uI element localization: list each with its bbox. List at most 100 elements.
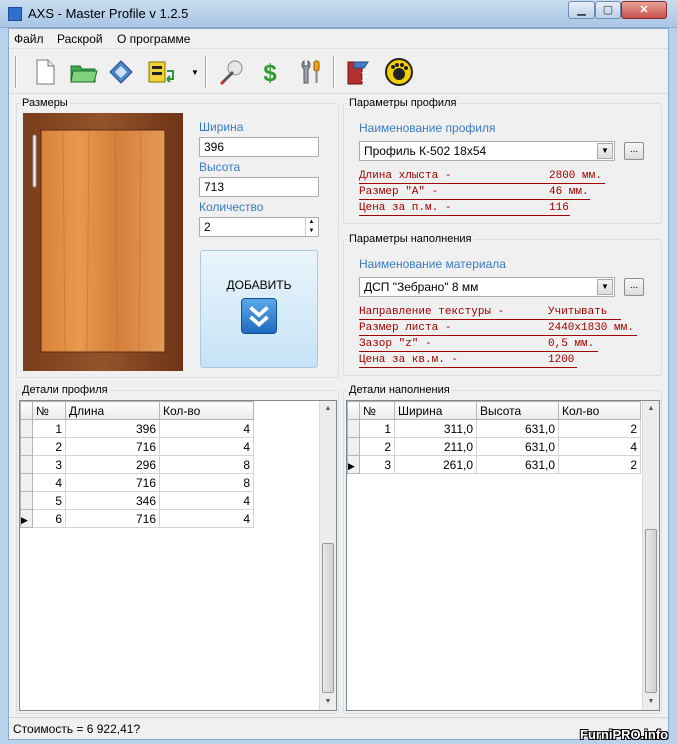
scroll-up-icon[interactable]: ▲: [320, 401, 336, 417]
scroll-down-icon[interactable]: ▼: [643, 694, 659, 710]
profile-select[interactable]: Профиль К-502 18х54 ▼: [359, 141, 615, 161]
new-document-icon[interactable]: [27, 54, 63, 90]
table-cell[interactable]: 261,0: [394, 455, 477, 474]
table-cell[interactable]: 6: [32, 509, 66, 528]
width-input[interactable]: 396: [199, 137, 319, 157]
table-row[interactable]: 1 311,0 631,0 2: [347, 419, 641, 438]
table-cell[interactable]: 716: [65, 437, 160, 456]
dollar-icon[interactable]: $: [252, 54, 288, 90]
cutting-tool-icon[interactable]: [214, 54, 250, 90]
table-row[interactable]: ▶ 3 261,0 631,0 2: [347, 455, 641, 474]
scroll-up-icon[interactable]: ▲: [643, 401, 659, 417]
chevron-down-icon[interactable]: ▼: [597, 143, 613, 159]
column-header-number[interactable]: №: [32, 401, 66, 420]
profile-details-grid[interactable]: № Длина Кол-во 1 396 4 2 716 4 3 296 8 4 716 8 5 346 4…: [19, 400, 337, 711]
close-button[interactable]: ✕: [621, 1, 667, 19]
table-cell[interactable]: 1: [32, 419, 66, 438]
fill-grid-scrollbar[interactable]: ▲ ▼: [642, 401, 659, 710]
row-selector[interactable]: [20, 419, 33, 438]
table-cell[interactable]: 8: [159, 455, 254, 474]
table-cell[interactable]: 716: [65, 509, 160, 528]
table-cell[interactable]: 2: [558, 419, 641, 438]
table-cell[interactable]: 4: [159, 491, 254, 510]
table-cell[interactable]: 4: [159, 509, 254, 528]
fill-details-grid[interactable]: № Ширина Высота Кол-во 1 311,0 631,0 2 2 211,…: [346, 400, 660, 711]
row-selector[interactable]: [20, 437, 33, 456]
save-disk-icon[interactable]: [103, 54, 139, 90]
export-dropdown-arrow[interactable]: ▼: [191, 68, 199, 77]
chevron-down-icon[interactable]: ▼: [597, 279, 613, 295]
profile-browse-button[interactable]: ...: [624, 142, 644, 160]
row-selector[interactable]: [20, 473, 33, 492]
toolbar: ▼ $ F: [9, 50, 668, 94]
row-selector[interactable]: [20, 455, 33, 474]
row-selector[interactable]: ▶: [347, 455, 360, 474]
minimize-button[interactable]: ▁: [568, 1, 595, 19]
table-row[interactable]: 1 396 4: [20, 419, 254, 438]
menu-about[interactable]: О программе: [117, 32, 190, 46]
spin-up-icon[interactable]: ▲: [306, 218, 317, 227]
table-cell[interactable]: 296: [65, 455, 160, 474]
row-header-corner: [20, 401, 33, 420]
table-cell[interactable]: 3: [32, 455, 66, 474]
table-cell[interactable]: 2: [558, 455, 641, 474]
help-icon[interactable]: [381, 54, 417, 90]
column-header-length[interactable]: Длина: [65, 401, 160, 420]
table-cell[interactable]: 4: [159, 419, 254, 438]
profile-grid-scrollbar[interactable]: ▲ ▼: [319, 401, 336, 710]
scrollbar-thumb[interactable]: [322, 543, 334, 693]
table-row[interactable]: 4 716 8: [20, 473, 254, 492]
profile-icon[interactable]: F: [341, 54, 377, 90]
table-row[interactable]: 5 346 4: [20, 491, 254, 510]
column-header-width[interactable]: Ширина: [394, 401, 477, 420]
column-header-quantity[interactable]: Кол-во: [558, 401, 641, 420]
add-button[interactable]: ДОБАВИТЬ: [200, 250, 318, 368]
table-cell[interactable]: 4: [558, 437, 641, 456]
table-cell[interactable]: 5: [32, 491, 66, 510]
spin-down-icon[interactable]: ▼: [306, 227, 317, 236]
table-cell[interactable]: 211,0: [394, 437, 477, 456]
table-cell[interactable]: 2: [32, 437, 66, 456]
height-input[interactable]: 713: [199, 177, 319, 197]
table-row[interactable]: 2 211,0 631,0 4: [347, 437, 641, 456]
table-cell[interactable]: 631,0: [476, 419, 559, 438]
table-cell[interactable]: 346: [65, 491, 160, 510]
table-row[interactable]: 2 716 4: [20, 437, 254, 456]
row-selector[interactable]: [20, 491, 33, 510]
table-cell[interactable]: 631,0: [476, 437, 559, 456]
table-row[interactable]: ▶ 6 716 4: [20, 509, 254, 528]
table-cell[interactable]: 4: [159, 437, 254, 456]
column-header-height[interactable]: Высота: [476, 401, 559, 420]
maximize-button[interactable]: ▢: [595, 1, 621, 19]
table-cell[interactable]: 1: [359, 419, 395, 438]
scroll-down-icon[interactable]: ▼: [320, 694, 336, 710]
material-select[interactable]: ДСП "Зебрано" 8 мм ▼: [359, 277, 615, 297]
column-header-number[interactable]: №: [359, 401, 395, 420]
cost-status: Стоимость = 6 922,41?: [13, 722, 141, 736]
export-icon[interactable]: [143, 54, 179, 90]
client-area: Файл Раскрой О программе ▼ $ F Размеры Ш…: [8, 28, 669, 740]
quantity-stepper[interactable]: 2: [199, 217, 319, 237]
table-cell[interactable]: 2: [359, 437, 395, 456]
table-cell[interactable]: 8: [159, 473, 254, 492]
column-header-quantity[interactable]: Кол-во: [159, 401, 254, 420]
scrollbar-thumb[interactable]: [645, 529, 657, 693]
table-cell[interactable]: 631,0: [476, 455, 559, 474]
table-cell[interactable]: 396: [65, 419, 160, 438]
table-row[interactable]: 3 296 8: [20, 455, 254, 474]
menu-file[interactable]: Файл: [14, 32, 44, 46]
table-cell[interactable]: 311,0: [394, 419, 477, 438]
row-selector[interactable]: [347, 419, 360, 438]
row-selector[interactable]: [347, 437, 360, 456]
row-selector[interactable]: ▶: [20, 509, 33, 528]
table-cell[interactable]: 716: [65, 473, 160, 492]
settings-tools-icon[interactable]: [292, 54, 328, 90]
menu-cutting[interactable]: Раскрой: [57, 32, 103, 46]
material-browse-button[interactable]: ...: [624, 278, 644, 296]
quantity-spin-buttons[interactable]: ▲ ▼: [305, 218, 317, 236]
menu-bar: Файл Раскрой О программе: [9, 29, 668, 49]
table-cell[interactable]: 3: [359, 455, 395, 474]
table-cell[interactable]: 4: [32, 473, 66, 492]
fill-param-gap: Зазор "z" - 0,5 мм.: [359, 338, 598, 352]
open-folder-icon[interactable]: [65, 54, 101, 90]
